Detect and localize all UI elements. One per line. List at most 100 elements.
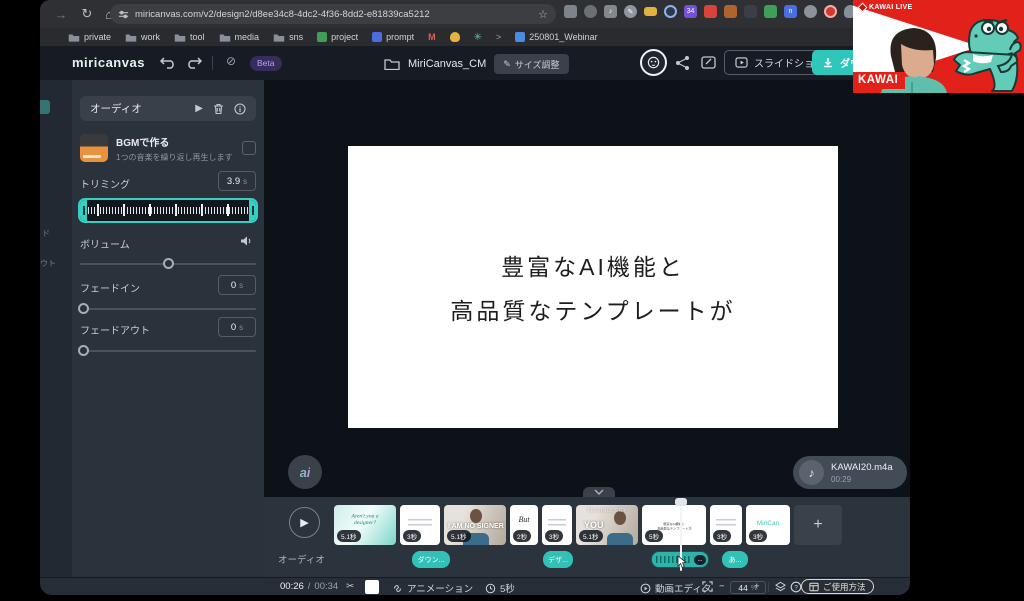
add-clip-button[interactable]: + [794, 505, 842, 545]
address-bar[interactable]: miricanvas.com/v2/design2/d8ee34c8-4dc2-… [110, 4, 556, 24]
split-scissors-icon[interactable]: ✂ [346, 581, 354, 592]
layers-icon[interactable] [775, 581, 786, 592]
fade-out-field[interactable]: 0 s [218, 317, 256, 337]
bookmark-folder[interactable]: sns [273, 32, 303, 42]
volume-slider[interactable] [80, 263, 256, 265]
bookmark-folder[interactable]: private [68, 32, 111, 42]
audio-clip[interactable]: あ... [722, 551, 748, 568]
timeline-clip[interactable]: 3秒 [542, 505, 572, 545]
ai-floating-button[interactable]: ai [288, 455, 322, 489]
slide[interactable]: 豊富なAI機能と 高品質なテンプレートが [348, 146, 838, 428]
bookmark-project[interactable]: project [317, 32, 358, 42]
zoom-level-field[interactable]: 44 % [730, 581, 766, 594]
audio-file-duration: 00:29 [831, 475, 893, 484]
redo-icon[interactable] [184, 55, 204, 71]
recording-icon[interactable] [824, 5, 837, 18]
zoom-out-button[interactable]: − [719, 581, 725, 592]
extension-icon[interactable] [744, 5, 757, 18]
timeline-clip[interactable]: MiriCan 3秒 [746, 505, 790, 545]
speaker-icon[interactable] [240, 235, 254, 247]
timeline-clip[interactable]: 3秒 [400, 505, 440, 545]
bookmark-prompt[interactable]: prompt [372, 32, 414, 42]
timeline-clip[interactable]: 3秒 [710, 505, 742, 545]
extension-icon[interactable]: ✎ [624, 5, 637, 18]
document-title[interactable]: MiriCanvas_CM [408, 58, 486, 70]
url-text[interactable]: miricanvas.com/v2/design2/d8ee34c8-4dc2-… [135, 9, 430, 20]
info-icon[interactable] [234, 103, 246, 115]
bookmark-label: private [84, 32, 111, 42]
clip-duration-button[interactable]: 5秒 [485, 581, 515, 595]
site-info-icon[interactable] [118, 9, 129, 20]
fade-in-knob[interactable] [78, 303, 89, 314]
volume-knob[interactable] [163, 258, 174, 269]
bookmark-star-icon[interactable]: ☆ [538, 8, 548, 21]
timeline-clip[interactable]: But 2秒 [510, 505, 538, 545]
left-nav-strip[interactable]: ド ウト [40, 80, 72, 577]
slide-text-line2[interactable]: 高品質なテンプレートが [450, 292, 735, 326]
timeline-clip[interactable]: TECHNOLOGY YOU 5.1秒 [576, 505, 638, 545]
trimming-value-field[interactable]: 3.9 s [218, 171, 256, 191]
fade-in-slider[interactable] [80, 308, 256, 310]
bookmark-webinar[interactable]: 250801_Webinar [515, 32, 597, 42]
trash-icon[interactable] [213, 103, 224, 115]
undo-icon[interactable] [158, 55, 178, 71]
extension-icon[interactable]: n [784, 5, 797, 18]
preview-play-icon[interactable]: ▶ [195, 103, 203, 114]
drive-bookmark[interactable] [450, 32, 460, 42]
slide-text-line1[interactable]: 豊富なAI機能と [501, 248, 685, 282]
meet-bookmark[interactable]: ✳ [474, 32, 482, 43]
animation-label: アニメーション [407, 581, 473, 595]
fade-out-knob[interactable] [78, 345, 89, 356]
clip-more-button[interactable]: ... [694, 555, 706, 565]
usage-guide-button[interactable]: ご使用方法 [801, 579, 874, 594]
animation-button[interactable]: アニメーション [392, 581, 473, 595]
fade-in-label: フェードイン [80, 280, 140, 295]
bookmark-folder[interactable]: work [125, 32, 160, 42]
bottom-status-bar: 00:26 / 00:34 ✂ アニメーション 5秒 [40, 577, 910, 595]
extension-icon[interactable] [564, 5, 577, 18]
resize-button[interactable]: ✎ サイズ調整 [494, 54, 568, 74]
extension-icon[interactable] [764, 5, 777, 18]
clip-caption: MiriCan [746, 520, 790, 527]
timeline-play-button[interactable]: ▶ [289, 507, 320, 538]
audio-panel: オーディオ ▶ BGMで作る [72, 80, 264, 577]
bookmarks-overflow[interactable]: > [496, 32, 501, 42]
extension-icon[interactable] [584, 5, 597, 18]
forward-icon[interactable]: → [50, 7, 72, 22]
share-icon[interactable] [674, 55, 692, 71]
timeline-collapse-tab[interactable] [583, 487, 615, 497]
fade-in-field[interactable]: 0 s [218, 275, 256, 295]
trim-handle-left[interactable] [80, 200, 87, 221]
extension-icon[interactable] [644, 7, 657, 16]
fit-screen-icon[interactable] [702, 581, 713, 592]
extension-icon[interactable]: ♪ [604, 5, 617, 18]
ai-assistant-button[interactable] [640, 49, 667, 76]
playhead-handle[interactable] [675, 498, 687, 506]
clip-microtext [408, 519, 432, 527]
color-swatch[interactable] [365, 580, 379, 594]
reload-icon[interactable]: ↻ [76, 6, 98, 22]
audio-file-chip[interactable]: ♪ KAWAI20.m4a 00:29 [793, 456, 907, 489]
extension-icon[interactable] [704, 5, 717, 18]
mic-extension-icon[interactable] [804, 5, 817, 18]
zoom-in-button[interactable]: + [754, 581, 760, 592]
gmail-bookmark[interactable]: M [428, 32, 436, 42]
feedback-icon[interactable] [700, 55, 718, 71]
folder-move-icon[interactable] [384, 58, 400, 70]
timeline-clip-current[interactable]: 豊富なAI機能と 高品質なテンプレートが 5秒 [642, 505, 706, 545]
audio-clip[interactable]: ダウン... [412, 551, 450, 568]
video-editor-toggle[interactable]: 動画エディタ [640, 581, 711, 595]
timeline-clip[interactable]: Aren't you a designer? 5.1秒 [334, 505, 396, 545]
timeline-clip[interactable]: I AM NO SIGNER 5.1秒 [444, 505, 506, 545]
extension-icon[interactable] [724, 5, 737, 18]
bgm-loop-checkbox[interactable] [242, 141, 256, 155]
extension-icon[interactable] [664, 5, 677, 18]
fade-out-slider[interactable] [80, 350, 256, 352]
miricanvas-logo[interactable]: miricanvas [72, 55, 145, 70]
audio-waveform-trimmer[interactable] [78, 198, 258, 223]
trim-handle-right[interactable] [249, 200, 256, 221]
extension-badge-icon[interactable]: 34 [684, 5, 697, 18]
bookmark-folder[interactable]: tool [174, 32, 205, 42]
audio-clip[interactable]: デザ... [543, 551, 573, 568]
bookmark-folder[interactable]: media [219, 32, 260, 42]
